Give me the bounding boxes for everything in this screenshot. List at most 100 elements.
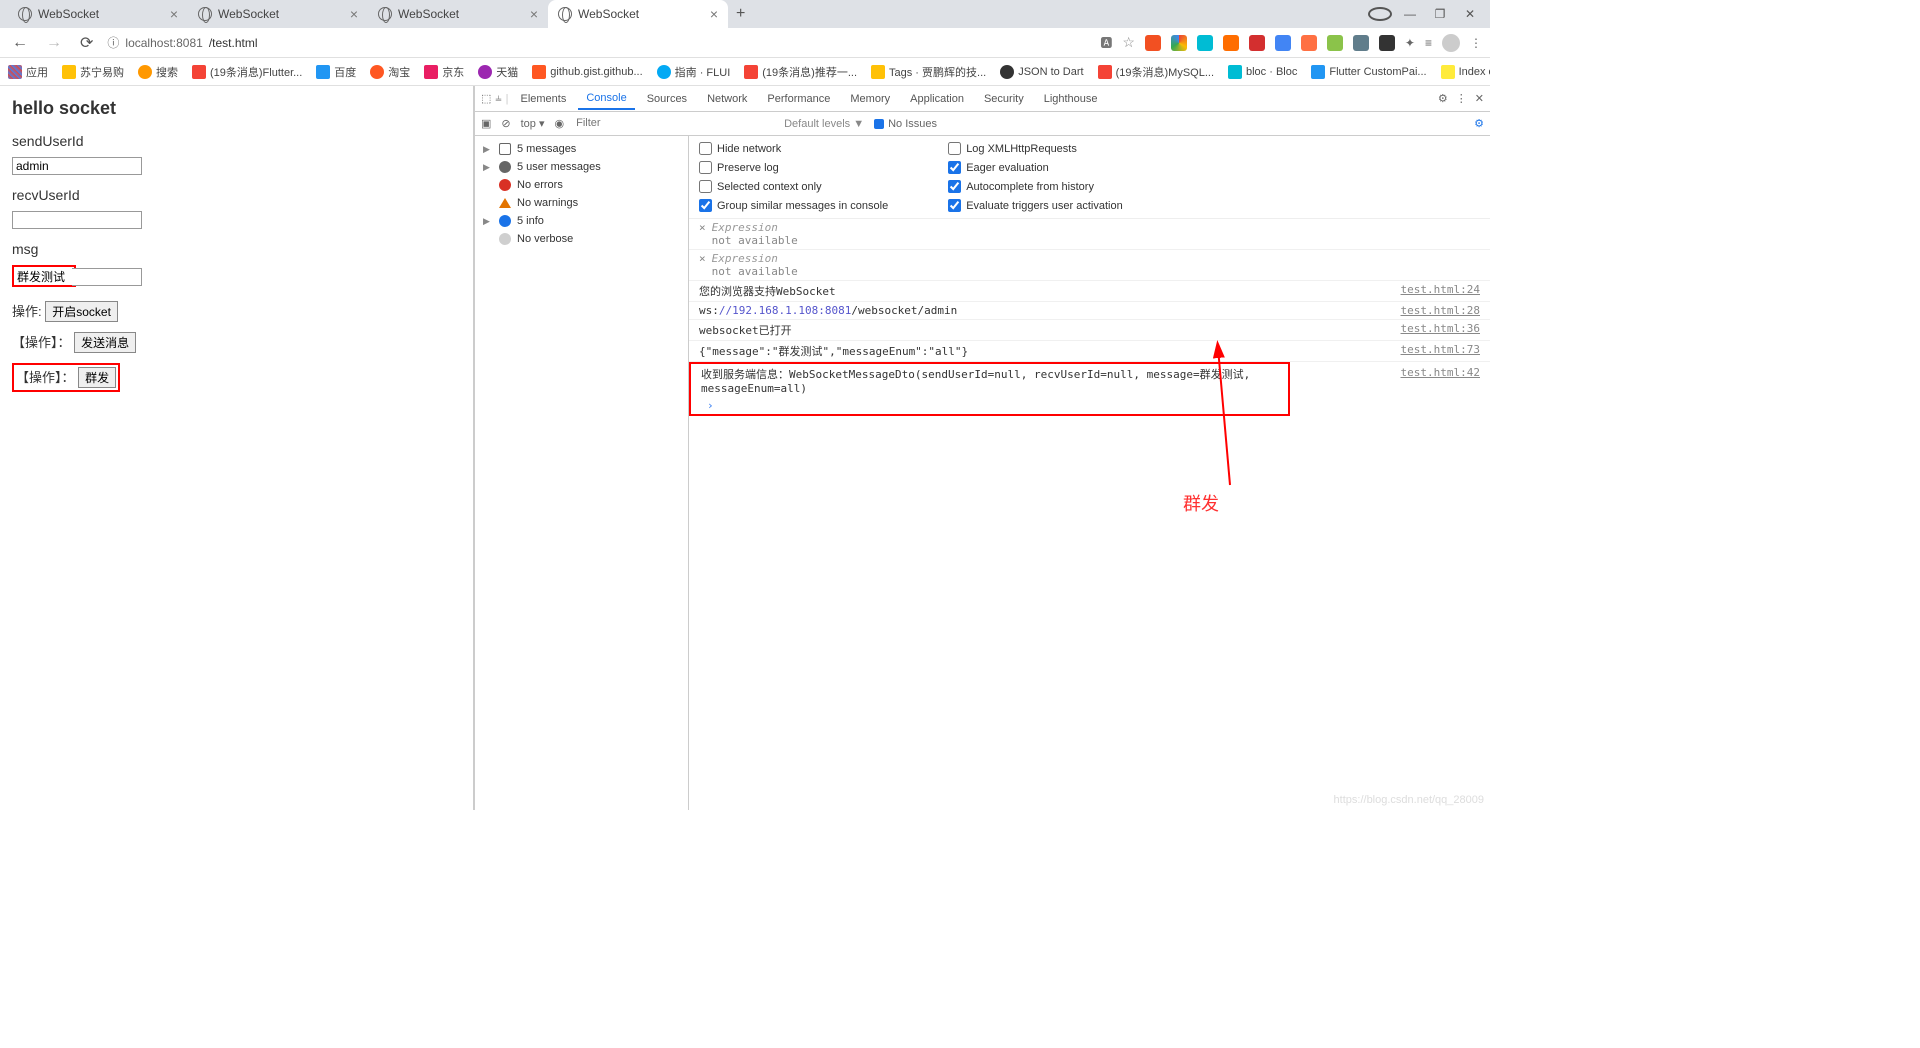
- sidebar-messages[interactable]: ▶5 messages: [475, 140, 688, 158]
- console-log[interactable]: ×Expressionnot available ×Expressionnot …: [689, 219, 1490, 810]
- tab-network[interactable]: Network: [699, 89, 755, 109]
- back-button[interactable]: ←: [8, 34, 32, 52]
- close-icon[interactable]: ×: [350, 7, 358, 21]
- inspect-icon[interactable]: ⬚: [481, 92, 491, 105]
- forward-button[interactable]: →: [42, 34, 66, 52]
- levels-dropdown[interactable]: Default levels ▼: [784, 118, 864, 130]
- tab-console[interactable]: Console: [578, 88, 634, 110]
- account-icon[interactable]: [1368, 7, 1392, 21]
- reload-button[interactable]: ⟳: [76, 33, 97, 53]
- sidebar-verbose[interactable]: No verbose: [475, 230, 688, 248]
- sidebar-info[interactable]: ▶5 info: [475, 212, 688, 230]
- context-dropdown[interactable]: top ▾: [521, 117, 545, 130]
- msg-input[interactable]: [14, 267, 74, 285]
- live-expression[interactable]: ×Expressionnot available: [689, 219, 1490, 250]
- bookmark-item[interactable]: JSON to Dart: [1000, 65, 1083, 79]
- recv-user-input[interactable]: [12, 211, 142, 229]
- filter-input[interactable]: [574, 115, 774, 132]
- translate-icon[interactable]: 🅰: [1100, 34, 1112, 51]
- toolbar-right: 🅰 ☆ ✦ ≡ ⋮: [1100, 34, 1482, 52]
- send-user-input[interactable]: [12, 157, 142, 175]
- site-info-icon[interactable]: ⓘ: [107, 34, 119, 51]
- extension-icon[interactable]: [1327, 35, 1343, 51]
- clear-console-icon[interactable]: ⊘: [501, 117, 510, 130]
- close-icon[interactable]: ×: [170, 7, 178, 21]
- extension-icon[interactable]: [1379, 35, 1395, 51]
- extension-icon[interactable]: [1353, 35, 1369, 51]
- minimize-icon[interactable]: —: [1398, 7, 1422, 21]
- bookmark-item[interactable]: (19条消息)推荐一...: [744, 64, 857, 80]
- close-icon[interactable]: ×: [530, 7, 538, 21]
- bookmark-item[interactable]: Flutter CustomPai...: [1311, 65, 1426, 79]
- browser-tab[interactable]: WebSocket×: [368, 0, 548, 28]
- opt-group-similar[interactable]: Group similar messages in console: [699, 199, 888, 212]
- tab-performance[interactable]: Performance: [759, 89, 838, 109]
- tab-sources[interactable]: Sources: [639, 89, 695, 109]
- opt-eager-eval[interactable]: Eager evaluation: [948, 161, 1123, 174]
- new-tab-button[interactable]: +: [728, 5, 753, 23]
- menu-icon[interactable]: ⋮: [1470, 36, 1482, 50]
- bookmark-item[interactable]: (19条消息)Flutter...: [192, 64, 302, 80]
- tab-elements[interactable]: Elements: [512, 89, 574, 109]
- sidebar-errors[interactable]: No errors: [475, 176, 688, 194]
- profile-icon[interactable]: [1442, 34, 1460, 52]
- extension-icon[interactable]: [1145, 35, 1161, 51]
- open-socket-button[interactable]: 开启socket: [45, 301, 118, 322]
- bookmark-item[interactable]: 京东: [424, 64, 464, 80]
- tab-application[interactable]: Application: [902, 89, 972, 109]
- devtools-close-icon[interactable]: ✕: [1475, 92, 1484, 105]
- window-close-icon[interactable]: ✕: [1458, 7, 1482, 21]
- extension-icon[interactable]: [1275, 35, 1291, 51]
- bookmark-item[interactable]: 百度: [316, 64, 356, 80]
- opt-autocomplete[interactable]: Autocomplete from history: [948, 180, 1123, 193]
- browser-tab[interactable]: WebSocket×: [8, 0, 188, 28]
- extensions-icon[interactable]: ✦: [1405, 36, 1415, 50]
- send-message-button[interactable]: 发送消息: [74, 332, 136, 353]
- bookmark-item[interactable]: bloc · Bloc: [1228, 65, 1297, 79]
- close-icon[interactable]: ×: [710, 7, 718, 21]
- opt-hide-network[interactable]: Hide network: [699, 142, 888, 155]
- tab-security[interactable]: Security: [976, 89, 1032, 109]
- issues-indicator[interactable]: No Issues: [874, 118, 937, 130]
- msg-input-ext[interactable]: [72, 268, 142, 286]
- bookmark-item[interactable]: 淘宝: [370, 64, 410, 80]
- broadcast-button[interactable]: 群发: [78, 367, 116, 388]
- browser-tab-active[interactable]: WebSocket×: [548, 0, 728, 28]
- opt-selected-context[interactable]: Selected context only: [699, 180, 888, 193]
- extension-icon[interactable]: [1171, 35, 1187, 51]
- apps-button[interactable]: 应用: [8, 64, 48, 80]
- console-toolbar: ▣ ⊘ top ▾ ◉ Default levels ▼ No Issues ⚙: [475, 112, 1490, 136]
- more-icon[interactable]: ⋮: [1456, 92, 1467, 105]
- opt-eval-activation[interactable]: Evaluate triggers user activation: [948, 199, 1123, 212]
- bookmark-item[interactable]: Index of /flutter/fl...: [1441, 65, 1490, 79]
- bookmark-item[interactable]: (19条消息)MySQL...: [1098, 64, 1214, 80]
- bookmark-star-icon[interactable]: ☆: [1122, 34, 1135, 51]
- bookmark-item[interactable]: github.gist.github...: [532, 65, 642, 79]
- bookmark-item[interactable]: 苏宁易购: [62, 64, 124, 80]
- console-prompt[interactable]: ›: [691, 397, 1288, 414]
- live-expression[interactable]: ×Expressionnot available: [689, 250, 1490, 281]
- url-field[interactable]: ⓘ localhost:8081/test.html: [107, 34, 257, 51]
- sidebar-toggle-icon[interactable]: ▣: [481, 117, 491, 130]
- browser-tab[interactable]: WebSocket×: [188, 0, 368, 28]
- device-mode-icon[interactable]: ⫨: [495, 92, 501, 105]
- extension-icon[interactable]: [1197, 35, 1213, 51]
- opt-preserve-log[interactable]: Preserve log: [699, 161, 888, 174]
- bookmark-item[interactable]: 天猫: [478, 64, 518, 80]
- maximize-icon[interactable]: ❐: [1428, 7, 1452, 21]
- sidebar-warnings[interactable]: No warnings: [475, 194, 688, 212]
- extension-icon[interactable]: [1249, 35, 1265, 51]
- eye-icon[interactable]: ◉: [555, 117, 565, 130]
- bookmark-item[interactable]: 指南 · FLUI: [657, 64, 731, 80]
- bookmark-item[interactable]: 搜索: [138, 64, 178, 80]
- extension-icon[interactable]: [1223, 35, 1239, 51]
- console-settings-icon[interactable]: ⚙: [1474, 117, 1484, 130]
- sidebar-user-messages[interactable]: ▶5 user messages: [475, 158, 688, 176]
- tab-memory[interactable]: Memory: [842, 89, 898, 109]
- bookmark-item[interactable]: Tags · 贾鹏辉的技...: [871, 64, 986, 80]
- extension-icon[interactable]: [1301, 35, 1317, 51]
- tab-lighthouse[interactable]: Lighthouse: [1036, 89, 1106, 109]
- opt-log-xhr[interactable]: Log XMLHttpRequests: [948, 142, 1123, 155]
- settings-icon[interactable]: ⚙: [1438, 92, 1448, 105]
- reading-list-icon[interactable]: ≡: [1425, 36, 1432, 50]
